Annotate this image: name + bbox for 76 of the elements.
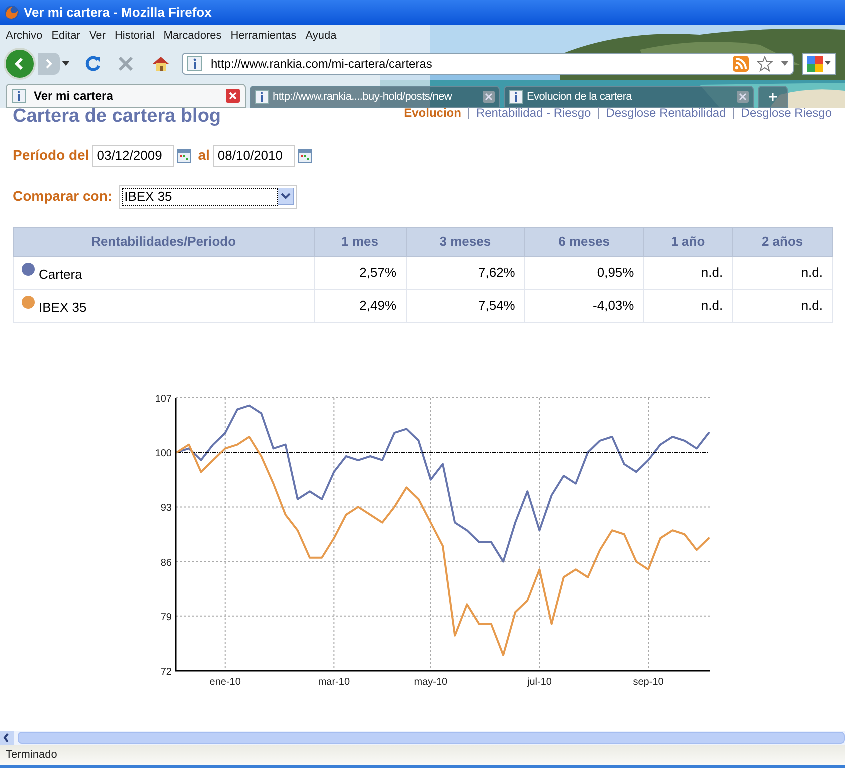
table-cell: 7,62%: [406, 256, 525, 289]
status-text: Terminado: [6, 748, 58, 763]
browser-icon: [4, 4, 20, 20]
browser-tab[interactable]: Evolucion de la cartera: [504, 86, 754, 108]
column-header: 2 años: [732, 227, 832, 256]
column-header: 6 meses: [524, 227, 644, 256]
caret-icon[interactable]: [781, 60, 789, 66]
menu-item[interactable]: Historial: [114, 28, 155, 44]
table-cell: -4,03%: [524, 289, 644, 322]
column-header: Rentabilidades/Periodo: [14, 227, 314, 256]
window-title: Ver mi cartera - Mozilla Firefox: [24, 4, 212, 22]
scrollbar-thumb[interactable]: [18, 732, 845, 744]
caret-icon[interactable]: [62, 60, 70, 66]
axis-label: 79: [160, 612, 172, 623]
axis-label: ene-10: [210, 676, 241, 688]
axis-label: sep-10: [633, 676, 664, 688]
menu-item[interactable]: Herramientas: [230, 28, 297, 44]
axis-label: 107: [155, 394, 172, 404]
period-label: Período del: [13, 146, 90, 165]
compare-label: Comparar con:: [13, 187, 113, 206]
search-engine-icon: [807, 56, 823, 72]
table-cell: 2,49%: [314, 289, 406, 322]
table-cell: n.d.: [732, 256, 832, 289]
axis-label: 86: [160, 557, 172, 568]
url-text: http://www.rankia.com/mi-cartera/carteras: [211, 56, 434, 72]
reload-icon[interactable]: [84, 54, 102, 72]
date-field[interactable]: 03/12/2009: [92, 144, 174, 166]
dropdown-arrow-icon: [278, 188, 294, 205]
close-icon[interactable]: [483, 91, 495, 103]
calendar-icon[interactable]: [298, 148, 312, 162]
page-icon: [12, 89, 26, 103]
page-icon: [509, 90, 523, 104]
column-header: 1 año: [644, 227, 733, 256]
compare-dropdown[interactable]: IBEX 35: [118, 184, 297, 208]
column-header: 1 mes: [314, 227, 406, 256]
table-cell: 7,54%: [406, 289, 525, 322]
horizontal-scrollbar[interactable]: [0, 731, 845, 745]
page-icon: [255, 90, 269, 104]
new-tab-button[interactable]: [758, 86, 788, 108]
browser-tab[interactable]: Ver mi cartera: [6, 84, 246, 108]
axis-label: 93: [160, 502, 172, 514]
period-label: al: [198, 146, 210, 165]
axis-label: jul-10: [528, 676, 552, 688]
close-icon[interactable]: [226, 89, 240, 103]
table-cell-text: IBEX 35: [39, 298, 87, 317]
table-cell: 0,95%: [524, 256, 644, 289]
plus-icon: [768, 92, 778, 102]
menu-item[interactable]: Editar: [52, 28, 80, 44]
table-cell: n.d.: [644, 289, 733, 322]
table-cell: n.d.: [732, 289, 832, 322]
column-header: 3 meses: [406, 227, 525, 256]
address-bar[interactable]: http://www.rankia.com/mi-cartera/carteras: [182, 52, 794, 74]
search-engine-button[interactable]: [802, 52, 836, 74]
axis-label: 72: [160, 666, 172, 678]
menu-item[interactable]: Ver: [89, 28, 106, 44]
table-cell: 2,57%: [314, 256, 406, 289]
axis-label: mar-10: [318, 676, 350, 688]
date-field[interactable]: 08/10/2010: [212, 144, 295, 166]
close-icon[interactable]: [737, 91, 749, 103]
stop-icon[interactable]: [118, 56, 134, 72]
browser-tab[interactable]: http://www.rankia....buy-hold/posts/new: [250, 86, 500, 108]
menu-item[interactable]: Archivo: [6, 28, 43, 44]
page-title: Cartera de cartera blog: [13, 105, 222, 129]
table-cell: n.d.: [644, 256, 733, 289]
home-icon[interactable]: [152, 54, 170, 72]
star-icon[interactable]: [757, 56, 773, 72]
calendar-icon[interactable]: [177, 148, 192, 162]
menu-item[interactable]: Marcadores: [164, 28, 222, 44]
table-cell-text: Cartera: [39, 266, 82, 284]
site-info-icon: [187, 56, 203, 72]
axis-label: 100: [155, 448, 172, 460]
menu-item[interactable]: Ayuda: [306, 28, 337, 44]
caret-icon: [825, 61, 831, 66]
rss-icon[interactable]: [733, 56, 749, 72]
axis-label: may-10: [414, 676, 448, 688]
scroll-left-icon[interactable]: [0, 731, 14, 745]
